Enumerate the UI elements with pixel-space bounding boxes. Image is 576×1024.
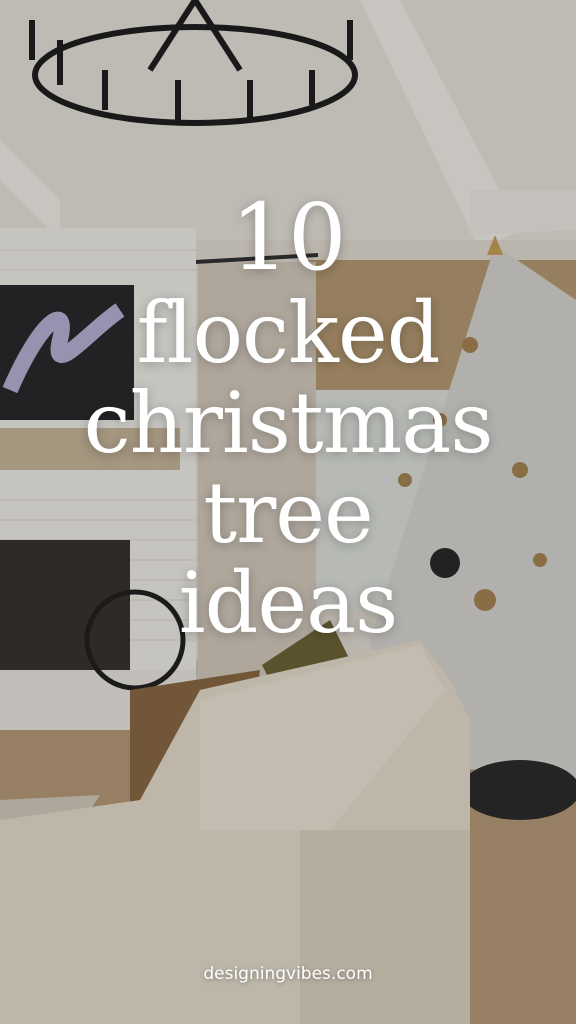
site-credit: designingvibes.com (203, 964, 373, 984)
headline-number: 10 (230, 184, 346, 291)
headline-line-1: flocked (136, 284, 441, 382)
headline: 10 flocked christmas tree ideas (0, 184, 576, 652)
headline-line-4: ideas (178, 554, 399, 652)
headline-line-2: christmas (83, 374, 494, 472)
headline-line-3: tree (203, 464, 373, 562)
